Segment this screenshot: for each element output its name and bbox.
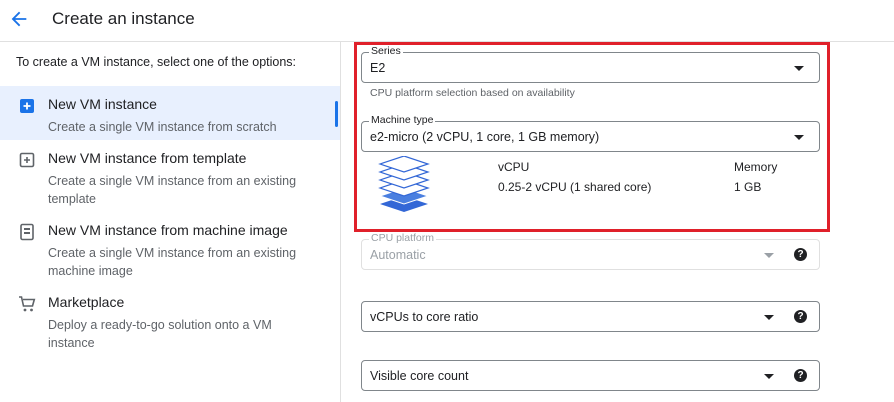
top-bar: Create an instance [0,0,894,42]
series-value: E2 [370,61,386,75]
option-new-vm-from-template[interactable]: New VM instance from template Create a s… [0,140,340,212]
add-box-icon [17,96,37,116]
option-title: New VM instance [48,96,157,112]
cart-icon [17,294,37,314]
machine-type-label: Machine type [369,114,436,126]
selected-indicator [335,101,338,127]
option-title: New VM instance from template [48,150,247,166]
page-title: Create an instance [52,9,195,28]
machine-image-icon [17,222,37,242]
series-hint: CPU platform selection based on availabi… [370,87,575,99]
visible-core-count-select[interactable]: Visible core count ? [361,360,820,391]
machine-configuration-panel: Series E2 CPU platform selection based o… [341,42,894,402]
vcpu-ratio-placeholder: vCPUs to core ratio [370,310,479,324]
vcpu-ratio-select[interactable]: vCPUs to core ratio ? [361,301,820,332]
sidebar-intro: To create a VM instance, select one of t… [16,55,297,69]
machine-type-select[interactable]: Machine type e2-micro (2 vCPU, 1 core, 1… [361,114,820,152]
memory-header: Memory [734,160,778,174]
vcpu-header: vCPU [498,160,530,174]
dropdown-arrow-icon [764,253,774,258]
template-add-icon [17,150,37,170]
vcpu-value: 0.25-2 vCPU (1 shared core) [498,180,652,194]
option-title: Marketplace [48,294,125,310]
option-description: Deploy a ready-to-go solution onto a VM … [48,318,272,350]
option-description: Create a single VM instance from scratch [48,120,277,134]
cpu-platform-label: CPU platform [369,232,437,244]
help-icon[interactable]: ? [794,248,807,261]
dropdown-arrow-icon [794,66,804,71]
option-new-vm-instance[interactable]: New VM instance Create a single VM insta… [0,86,340,140]
arrow-back-icon[interactable] [8,8,30,30]
option-description: Create a single VM instance from an exis… [48,246,297,278]
option-description: Create a single VM instance from an exis… [48,174,297,206]
cpu-platform-value: Automatic [370,248,426,262]
help-icon[interactable]: ? [794,310,807,323]
option-new-vm-from-machine-image[interactable]: New VM instance from machine image Creat… [0,212,340,284]
machine-type-value: e2-micro (2 vCPU, 1 core, 1 GB memory) [370,130,600,144]
memory-value: 1 GB [734,180,762,194]
help-icon[interactable]: ? [794,369,807,382]
series-label: Series [369,45,403,57]
cpu-platform-select: CPU platform Automatic ? [361,232,820,270]
dropdown-arrow-icon [764,315,774,320]
visible-core-count-placeholder: Visible core count [370,369,469,383]
series-select[interactable]: Series E2 [361,45,820,83]
option-title: New VM instance from machine image [48,222,288,238]
dropdown-arrow-icon [794,135,804,140]
creation-options-sidebar: To create a VM instance, select one of t… [0,42,341,402]
option-marketplace[interactable]: Marketplace Deploy a ready-to-go solutio… [0,284,340,350]
dropdown-arrow-icon [764,374,774,379]
machine-stack-icon [377,155,431,212]
